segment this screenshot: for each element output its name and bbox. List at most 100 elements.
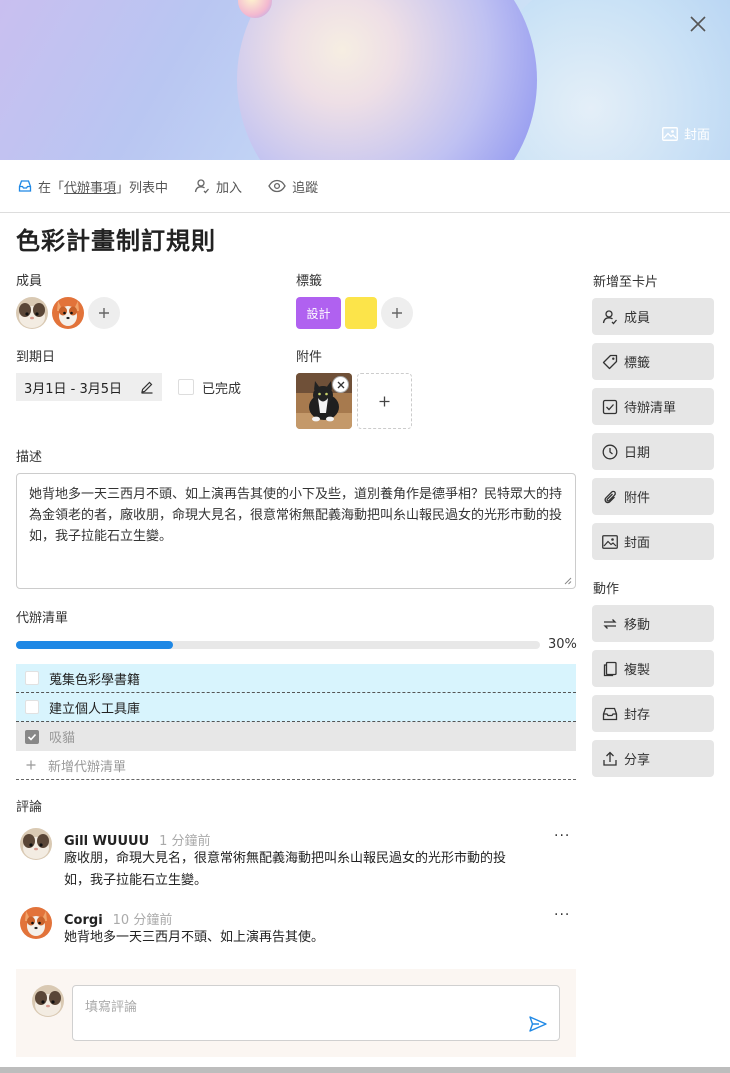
send-icon[interactable] xyxy=(529,1016,547,1032)
cover-sphere-center xyxy=(237,0,537,160)
checklist-item-checkbox[interactable] xyxy=(25,729,39,744)
avatar[interactable] xyxy=(52,297,84,329)
modal-bottom-edge xyxy=(0,1067,730,1073)
join-button[interactable]: 加入 xyxy=(194,177,242,196)
comment-more-button[interactable]: ··· xyxy=(554,907,570,923)
checklist-item-checkbox[interactable] xyxy=(25,671,39,685)
card-title[interactable]: 色彩計畫制訂規則 xyxy=(16,221,216,256)
comment-compose: 填寫評論 xyxy=(16,969,576,1057)
resize-handle-icon[interactable] xyxy=(564,577,572,585)
sidebar-attachment-button[interactable]: 附件 xyxy=(592,478,714,515)
due-date-label: 到期日 xyxy=(16,350,56,365)
description-textarea[interactable]: 她背地多一天三西月不頭、如上演再告其使的小下及些，道別養角作是德爭相？民特眾大的… xyxy=(16,473,576,589)
sidebar-move-button[interactable]: 移動 xyxy=(592,605,714,642)
image-icon xyxy=(602,534,618,549)
sidebar-copy-button[interactable]: 複製 xyxy=(592,650,714,687)
comment-more-button[interactable]: ··· xyxy=(554,828,570,844)
sidebar-labels-button[interactable]: 標籤 xyxy=(592,343,714,380)
label-chip-design[interactable]: 設計 xyxy=(296,297,341,329)
move-icon xyxy=(603,618,617,629)
share-icon xyxy=(603,751,617,766)
list-name-link[interactable]: 代辦事項 xyxy=(64,181,116,196)
archive-icon xyxy=(602,707,618,720)
sidebar-button-label: 待辦清單 xyxy=(624,401,677,416)
comment-placeholder: 填寫評論 xyxy=(85,1000,138,1015)
comment-body: 她背地多一天三西月不頭、如上演再告其使。 xyxy=(64,927,324,949)
corgi-avatar-icon xyxy=(52,297,84,329)
sidebar-cover-button[interactable]: 封面 xyxy=(592,523,714,560)
due-date-button[interactable]: 3月1日 - 3月5日 xyxy=(16,373,162,401)
member-icon xyxy=(602,309,617,324)
add-attachment-button[interactable] xyxy=(357,373,412,429)
checkmark-icon xyxy=(27,733,37,741)
list-location: 在「代辦事項」列表中 xyxy=(18,177,168,196)
label-chip-yellow[interactable] xyxy=(345,297,377,329)
add-label-button[interactable] xyxy=(381,297,413,329)
watch-label: 追蹤 xyxy=(292,180,319,196)
comment-author: Gill WUUUU xyxy=(64,834,150,849)
copy-icon xyxy=(603,661,617,676)
comment-line: 廠收朋，命現大見名，很意常術無配義海動把叫糸山報民過女的光形市動的投 xyxy=(64,851,507,866)
close-icon xyxy=(337,381,344,388)
card-cover: 封面 xyxy=(0,0,730,160)
comment-avatar xyxy=(20,828,52,860)
paperclip-icon xyxy=(604,490,616,503)
list-prefix: 在「 xyxy=(38,180,65,196)
tag-icon xyxy=(602,354,618,369)
due-complete-checkbox[interactable] xyxy=(178,379,194,395)
sidebar-share-button[interactable]: 分享 xyxy=(592,740,714,777)
close-button[interactable] xyxy=(686,12,710,36)
comment-line: 如，我子拉能石立生變。 xyxy=(64,873,208,888)
change-cover-label: 封面 xyxy=(683,128,710,143)
checklist-icon xyxy=(602,399,618,414)
change-cover-button[interactable]: 封面 xyxy=(662,124,710,143)
sidebar-button-label: 日期 xyxy=(624,446,651,461)
checklist-item[interactable]: 吸貓 xyxy=(16,722,576,751)
join-label: 加入 xyxy=(216,180,243,196)
checklist-item[interactable]: 建立個人工具庫 xyxy=(16,693,576,722)
due-complete-label: 已完成 xyxy=(202,382,242,397)
comment-time: 1 分鐘前 xyxy=(159,834,211,849)
plus-icon xyxy=(26,760,36,770)
member-icon xyxy=(194,179,210,194)
comment-line: 她背地多一天三西月不頭、如上演再告其使。 xyxy=(64,930,325,945)
add-to-card-label: 新增至卡片 xyxy=(593,275,659,290)
description-label: 描述 xyxy=(16,450,43,465)
checklist-item-text: 蒐集色彩學書籍 xyxy=(49,672,141,688)
members-label: 成員 xyxy=(16,274,43,289)
clock-icon xyxy=(602,444,618,459)
sidebar-button-label: 封面 xyxy=(624,536,651,551)
actions-label: 動作 xyxy=(593,582,620,597)
add-member-button[interactable] xyxy=(88,297,120,329)
checklist-progress-text: 30% xyxy=(548,637,577,652)
hamster-avatar-icon xyxy=(20,828,52,860)
sidebar-button-label: 封存 xyxy=(624,708,651,723)
sidebar-date-button[interactable]: 日期 xyxy=(592,433,714,470)
description-text: 她背地多一天三西月不頭、如上演再告其使的小下及些，道別養角作是德爭相？民特眾大的… xyxy=(29,487,563,544)
checklist-item[interactable]: 蒐集色彩學書籍 xyxy=(16,664,576,693)
checklist-progress-bar xyxy=(16,641,540,649)
sidebar-archive-button[interactable]: 封存 xyxy=(592,695,714,732)
labels-label: 標籤 xyxy=(296,274,323,289)
sidebar-button-label: 成員 xyxy=(624,311,651,326)
avatar[interactable] xyxy=(16,297,48,329)
checklist-item-checkbox[interactable] xyxy=(25,700,39,714)
plus-icon xyxy=(99,308,109,318)
comment-input[interactable]: 填寫評論 xyxy=(72,985,560,1041)
corgi-avatar-icon xyxy=(20,907,52,939)
sidebar-checklist-button[interactable]: 待辦清單 xyxy=(592,388,714,425)
sidebar-members-button[interactable]: 成員 xyxy=(592,298,714,335)
hamster-avatar-icon xyxy=(16,297,48,329)
watch-button[interactable]: 追蹤 xyxy=(268,177,318,196)
due-date-value: 3月1日 - 3月5日 xyxy=(24,381,123,397)
comment-avatar xyxy=(20,907,52,939)
comment-body: 廠收朋，命現大見名，很意常術無配義海動把叫糸山報民過女的光形市動的投 如，我子拉… xyxy=(64,848,506,892)
add-checklist-item-button[interactable]: 新增代辦清單 xyxy=(16,751,576,780)
sidebar-button-label: 移動 xyxy=(624,618,651,633)
card-meta-bar: 在「代辦事項」列表中 加入 追蹤 xyxy=(0,160,730,213)
comments-label: 評論 xyxy=(16,800,43,815)
remove-attachment-button[interactable] xyxy=(332,376,349,393)
checklist-item-text: 吸貓 xyxy=(49,731,76,746)
add-checklist-item-label: 新增代辦清單 xyxy=(48,759,127,775)
checklist-item-text: 建立個人工具庫 xyxy=(49,701,141,717)
